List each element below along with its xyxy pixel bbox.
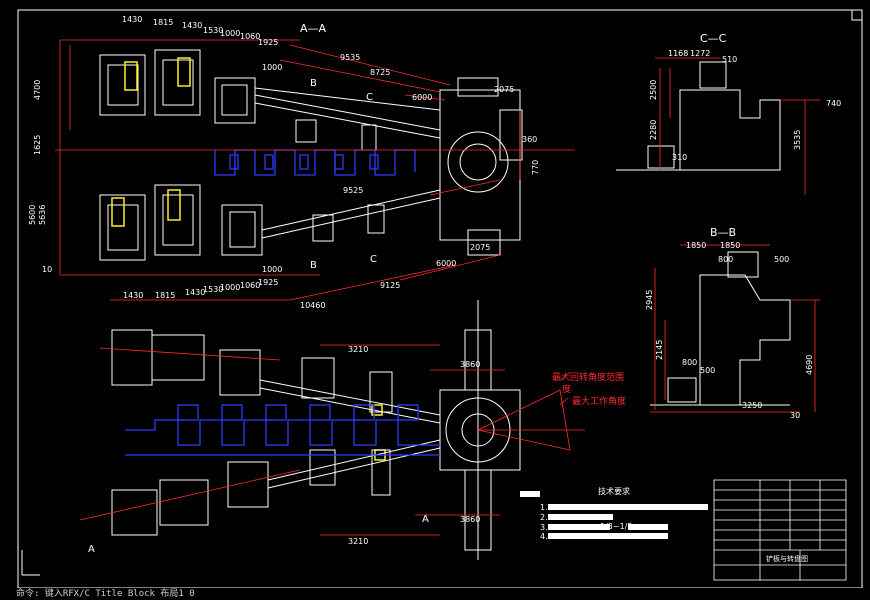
dim-label: 1000 [220,283,240,292]
highlight-parts [111,57,386,461]
section-marker: C [366,92,373,103]
callout-rotate-range: 最大回转角度范围 [552,371,624,383]
command-line-text: 命令: 键入RFX/C Title Block 布局1 0 [16,589,195,599]
dim-label: 2075 [470,243,490,252]
section-marker: B [310,78,317,89]
section-title-aa: A—A [300,22,327,35]
plan-view [111,300,521,560]
tech-req-item: 2. [540,513,548,522]
dim-label: 2145 [655,340,664,360]
command-line[interactable]: 命令: 键入RFX/C Title Block 布局1 0 [0,588,870,600]
dim-label: 1000 [220,29,240,38]
dim-label: 310 [672,153,687,162]
dim-label: 9535 [340,53,360,62]
dim-label: 1925 [258,278,278,287]
bb-view [650,251,791,406]
dim-label: 2280 [649,120,658,140]
dim-label: 800 [682,358,697,367]
dim-label: 9125 [380,281,400,290]
dim-label: 3250 [742,401,762,410]
title-block-frame [713,479,847,581]
dim-label: 1430 [122,15,142,24]
hidden-lines-top [214,149,416,176]
tech-req-title: 技术要求 [598,486,630,496]
section-marker: A [422,514,429,525]
dim-label: 1430 [123,291,143,300]
dim-label: 30 [790,411,800,420]
ucs-icon [21,550,40,576]
callout-work-angle: 最大工作角度 [572,395,626,407]
dim-label: 2075 [494,85,514,94]
dim-label: 360 [522,135,537,144]
section-marker: B [310,260,317,271]
dim-label: 740 [826,99,841,108]
dim-label: 770 [531,160,540,175]
bb-dims [650,244,820,413]
dim-label: 1625 [33,135,42,155]
tech-req-item: 3. [540,523,548,532]
dim-label: 1815 [153,18,173,27]
dim-label: 6000 [436,259,456,268]
dim-label: 3860 [460,515,480,524]
dim-label: 2500 [649,80,658,100]
dim-label: 8725 [370,68,390,77]
dim-label: 4690 [805,355,814,375]
dim-label: 4700 [33,80,42,100]
title-block-name: 铲板与转盘图 [766,554,808,563]
section-title-bb: B—B [710,226,736,239]
dim-label: 1000 [262,63,282,72]
tech-req-item: 1. [540,503,548,512]
dim-label: 3210 [348,345,368,354]
dim-label: 3860 [460,360,480,369]
cad-drawing-canvas[interactable]: A—A C—C B—B B C B C A A 1430 1815 1430 1… [0,0,870,600]
dim-label: 1430 [182,21,202,30]
cc-view [616,61,781,171]
tech-req-item: 4. [540,532,548,541]
dim-label: 9525 [343,186,363,195]
dim-label: 6000 [412,93,432,102]
dim-label: 510 [722,55,737,64]
dim-label: 3210 [348,537,368,546]
dim-label: 1000 [262,265,282,274]
callout-rotate-range-unit: 度 [562,383,571,395]
section-title-cc: C—C [700,32,727,45]
dim-label: 500 [774,255,789,264]
dim-label: 5636 [38,205,47,225]
dim-label: 1925 [258,38,278,47]
section-marker: A [88,544,95,555]
hidden-lines-plan [125,404,440,456]
dim-label: 1850 [720,241,740,250]
dim-label: 10 [42,265,52,274]
dim-label: 1815 [155,291,175,300]
tech-req-block [520,491,708,539]
dim-label: 2945 [645,290,654,310]
dim-label: 5600 [28,205,37,225]
dim-label: 1850 [686,241,706,250]
dim-label: 1168 [668,49,688,58]
dim-label: 500 [700,366,715,375]
dim-label: 1272 [690,49,710,58]
tech-req-range: 1/3~1/2 [600,522,632,531]
dim-label: 10460 [300,301,325,310]
section-marker: C [370,254,377,265]
dim-label: 3535 [793,130,802,150]
top-right-corner-mark [851,9,863,21]
dim-label: 800 [718,255,733,264]
